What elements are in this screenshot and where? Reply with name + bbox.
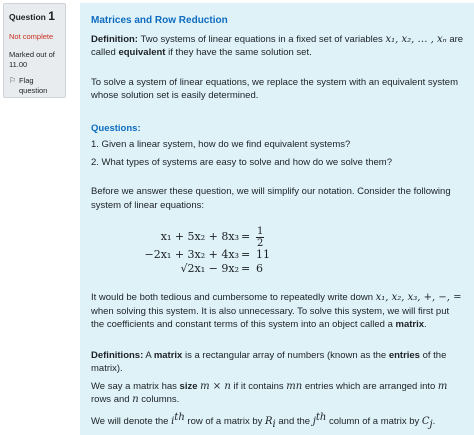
question-info-panel: Question 1 Not complete Marked out of 11…	[3, 3, 66, 98]
equation-row-2: −2x₁ + 3x₂ + 4x₃ = 11	[144, 248, 270, 261]
equation-row-1: x₁ + 5x₂ + 8x₃ = 12	[160, 226, 265, 249]
question-item-1: 1. Given a linear system, how do we find…	[91, 139, 351, 150]
solve-paragraph: To solve a system of linear equations, w…	[91, 76, 458, 102]
fraction-one-half: 12	[256, 226, 265, 249]
question-state: Not complete	[9, 32, 54, 41]
definition-paragraph: Definition: Two systems of linear equati…	[91, 33, 464, 59]
questions-heading: Questions:	[91, 122, 141, 134]
content-title: Matrices and Row Reduction	[91, 15, 228, 26]
flag-question-link[interactable]: ⚐ Flag question	[9, 76, 60, 96]
question-grade: Marked out of 11.00	[9, 50, 55, 69]
equation-row-3: √2x₁ − 9x₂ = 6	[180, 262, 263, 275]
size-paragraph: We say a matrix has size m × n if it con…	[91, 380, 448, 406]
denote-paragraph: We will denote the ith row of a matrix b…	[91, 411, 436, 430]
question-item-2: 2. What types of systems are easy to sol…	[91, 156, 392, 168]
flag-question-label[interactable]: Flag question	[19, 76, 60, 96]
notation-paragraph: Before we answer these question, we will…	[91, 186, 451, 211]
question-content: Matrices and Row Reduction Definition: T…	[80, 3, 474, 435]
question-number: Question 1	[9, 9, 55, 23]
tedious-paragraph: It would be both tedious and cumbersome …	[91, 292, 462, 330]
flag-icon[interactable]: ⚐	[9, 76, 19, 96]
linear-system-equations: x₁ + 5x₂ + 8x₃ = 12 −2x₁ + 3x₂ + 4x₃ = 1…	[144, 226, 314, 276]
matrix-definition-paragraph: Definitions: A matrix is a rectangular a…	[91, 349, 447, 375]
